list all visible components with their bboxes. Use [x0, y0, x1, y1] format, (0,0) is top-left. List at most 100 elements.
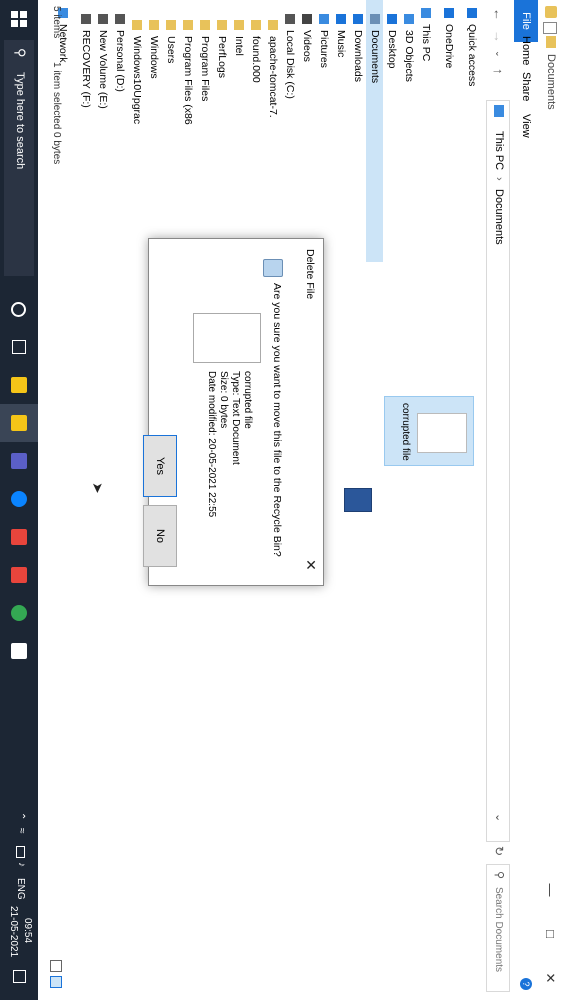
sidebar-item-perflogs[interactable]: PerfLogs — [213, 0, 230, 262]
sidebar-item-downloads[interactable]: Downloads — [349, 0, 366, 262]
sidebar-item-onedrive[interactable]: OneDrive — [440, 0, 457, 262]
taskbar-app-red-2[interactable] — [0, 556, 38, 594]
sidebar-item-windows10upgrac[interactable]: Windows10Upgrac — [128, 0, 145, 262]
taskbar-app-chrome[interactable] — [0, 594, 38, 632]
sidebar-item-label: Windows — [148, 36, 160, 79]
teams-icon — [11, 453, 27, 469]
clock-time[interactable]: 09:54 — [22, 918, 33, 943]
sidebar-item-label: Videos — [301, 30, 313, 62]
sidebar-item-personal-d[interactable]: Personal (D:) — [111, 0, 128, 262]
details-view-icon[interactable] — [50, 960, 62, 972]
no-button[interactable]: No — [143, 505, 177, 567]
sidebar-item-documents[interactable]: Documents — [366, 0, 383, 262]
sidebar-item-label: Windows10Upgrac — [131, 36, 143, 125]
sidebar-item-videos[interactable]: Videos — [298, 0, 315, 262]
help-icon[interactable]: ? — [520, 978, 532, 990]
recycle-bin-icon — [263, 259, 283, 277]
refresh-icon[interactable]: ↻ — [492, 846, 506, 856]
cube-icon — [404, 14, 414, 24]
sidebar-item-local-disk-c[interactable]: Local Disk (C:) — [281, 0, 298, 262]
search-input[interactable]: ⚲ Search Documents — [486, 864, 510, 992]
folder-icon — [234, 20, 244, 30]
sidebar-item-pictures[interactable]: Pictures — [315, 0, 332, 262]
quick-access-toolbar-icon[interactable] — [545, 6, 557, 18]
sidebar-item-desktop[interactable]: Desktop — [383, 0, 400, 262]
new-folder-icon[interactable] — [546, 36, 556, 48]
dialog-file-name: corrupted file — [242, 371, 253, 429]
taskbar-app-teams[interactable] — [0, 442, 38, 480]
taskbar-app-other[interactable] — [0, 632, 38, 670]
minimize-button[interactable]: — — [538, 868, 562, 912]
dialog-close-icon[interactable]: ✕ — [302, 559, 319, 571]
sidebar-item-music[interactable]: Music — [332, 0, 349, 262]
taskbar-app-explorer-active[interactable] — [0, 404, 38, 442]
task-view-button[interactable] — [0, 328, 38, 366]
sidebar-item-recovery-f[interactable]: RECOVERY (F:) — [77, 0, 94, 262]
folder-icon — [217, 20, 227, 30]
sidebar-item-program-files-x86[interactable]: Program Files (x86 — [179, 0, 196, 262]
drive-icon — [285, 14, 295, 24]
recent-chevron-icon[interactable]: ⌄ — [493, 50, 504, 58]
start-button[interactable] — [0, 0, 38, 38]
forward-arrow-icon[interactable]: → — [491, 30, 506, 43]
videos-icon — [302, 14, 312, 24]
search-icon: ⚲ — [493, 871, 505, 880]
sidebar-item-label: Program Files — [199, 36, 211, 102]
cortana-button[interactable] — [0, 290, 38, 328]
wifi-icon[interactable]: ≈ — [16, 828, 27, 834]
large-icons-view-icon[interactable] — [50, 976, 62, 988]
taskbar-search-box[interactable]: ⚲ Type here to search — [4, 40, 34, 276]
sidebar-item-label: New Volume (E:) — [97, 30, 109, 109]
notification-icon[interactable] — [13, 970, 26, 983]
breadcrumb-separator-icon: › — [493, 177, 505, 181]
maximize-button[interactable]: □ — [538, 912, 562, 956]
yes-button[interactable]: Yes — [143, 435, 177, 497]
sidebar-item-label: PerfLogs — [216, 36, 228, 79]
taskbar-app-red-1[interactable] — [0, 518, 38, 556]
star-icon — [467, 8, 477, 18]
sidebar-item-label: Program Files (x86 — [182, 36, 194, 125]
sidebar-item-intel[interactable]: Intel — [230, 0, 247, 262]
sidebar-item-windows[interactable]: Windows — [145, 0, 162, 262]
sidebar-item-new-volume-e[interactable]: New Volume (E:) — [94, 0, 111, 262]
address-dropdown-icon[interactable]: ⌄ — [493, 813, 506, 822]
taskbar-app-edge[interactable] — [0, 480, 38, 518]
status-bar: 5 items 1 item selected 0 bytes — [44, 0, 64, 1000]
battery-icon[interactable] — [16, 846, 25, 858]
clock-date[interactable]: 21-05-2021 — [8, 906, 19, 957]
taskbar-app-explorer[interactable] — [0, 366, 38, 404]
file-item-corrupted[interactable]: corrupted file — [384, 396, 474, 466]
language-indicator[interactable]: ENG — [15, 878, 26, 900]
sidebar-item-users[interactable]: Users — [162, 0, 179, 262]
address-bar[interactable]: This PC › Documents ⌄ — [486, 100, 510, 842]
close-button[interactable]: ✕ — [538, 956, 562, 1000]
sidebar-item-quick-access[interactable]: Quick access — [463, 0, 480, 262]
folder-icon — [251, 20, 261, 30]
back-arrow-icon[interactable]: ← — [491, 8, 506, 21]
window-title: Documents — [545, 54, 557, 110]
sidebar-item-label: OneDrive — [443, 24, 455, 69]
breadcrumb-documents[interactable]: Documents — [493, 189, 505, 245]
tray-chevron-icon[interactable]: ⌃ — [15, 812, 26, 820]
sidebar-item-this-pc[interactable]: This PC — [417, 0, 434, 262]
cloud-icon — [444, 8, 454, 18]
breadcrumb-this-pc[interactable]: This PC — [493, 131, 505, 170]
tab-view[interactable]: View — [514, 104, 538, 148]
task-view-icon — [12, 340, 26, 354]
desktop-icon — [387, 14, 397, 24]
up-arrow-icon[interactable]: ↑ — [491, 68, 506, 75]
sidebar-item-label: found.000 — [250, 36, 262, 83]
word-document-icon[interactable] — [344, 488, 372, 512]
speaker-icon[interactable]: ♪ — [16, 862, 27, 867]
folder-icon — [132, 20, 142, 30]
sidebar-item-found-000[interactable]: found.000 — [247, 0, 264, 262]
search-placeholder: Search Documents — [493, 887, 504, 973]
item-count: 5 items — [51, 6, 62, 39]
search-icon: ⚲ — [13, 48, 28, 58]
sidebar-item-apache-tomcat-7[interactable]: apache-tomcat-7. — [264, 0, 281, 262]
sidebar-item-label: RECOVERY (F:) — [80, 30, 92, 108]
dialog-file-type: Type: Text Document — [230, 371, 241, 465]
sidebar-item-program-files[interactable]: Program Files — [196, 0, 213, 262]
sidebar-item-3d-objects[interactable]: 3D Objects — [400, 0, 417, 262]
properties-icon[interactable] — [543, 22, 557, 34]
